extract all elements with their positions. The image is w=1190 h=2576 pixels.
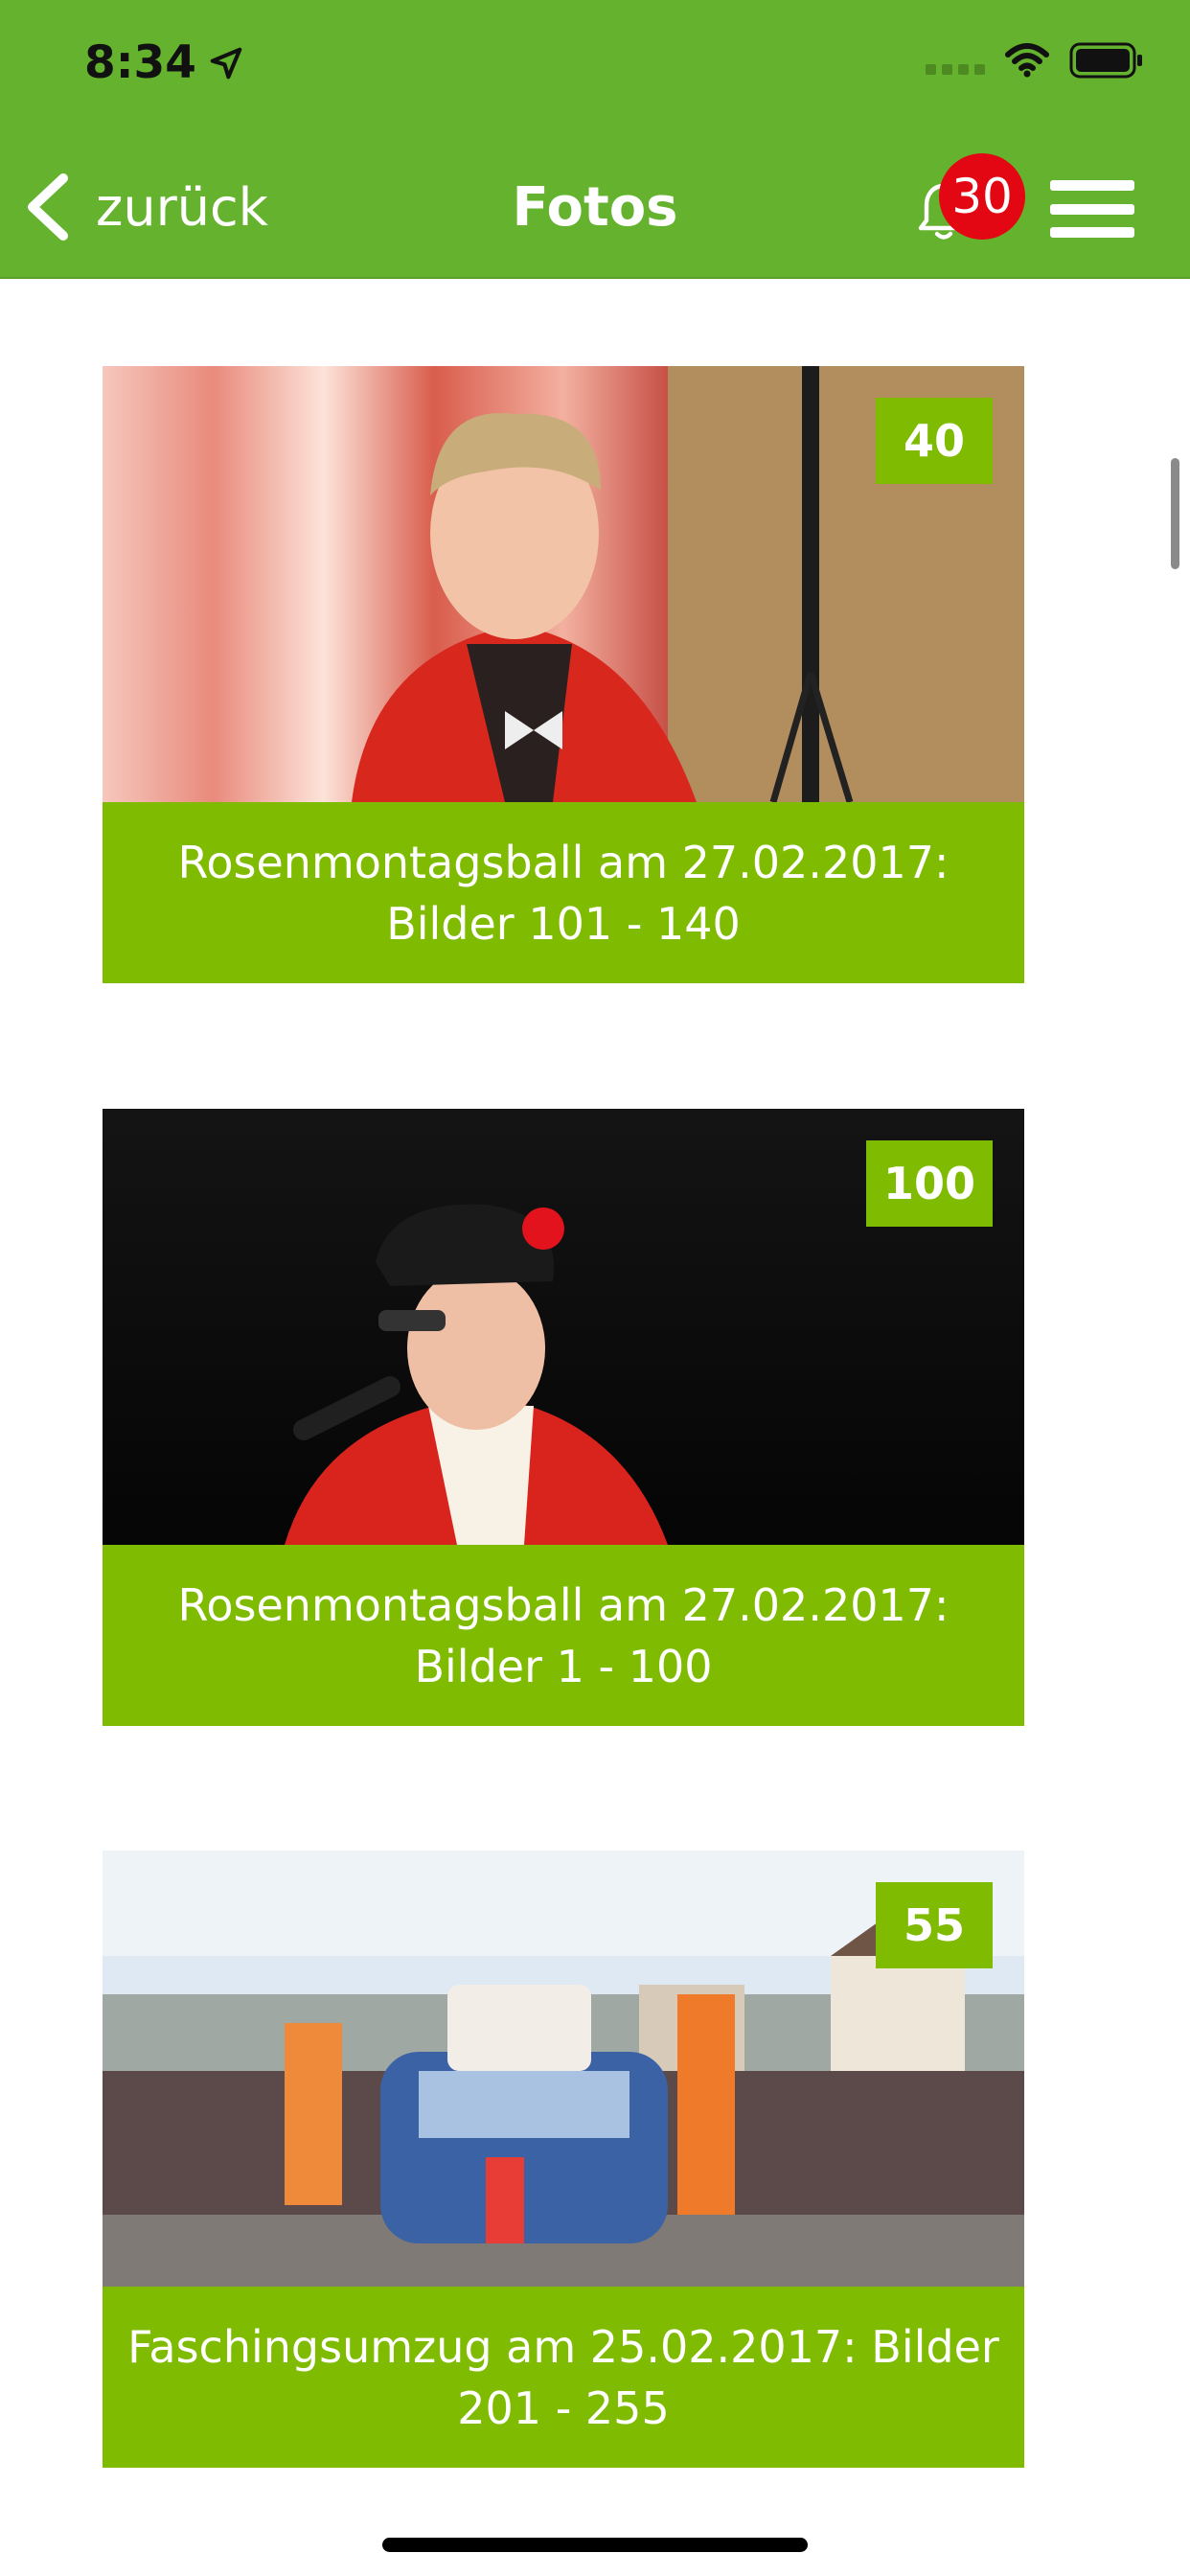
scrollbar[interactable] [1171,458,1179,569]
album-title: Rosenmontagsball am 27.02.2017: Bilder 1… [177,836,950,950]
notification-badge[interactable]: 30 [939,153,1025,240]
album-card[interactable]: 55 Faschingsumzug am 25.02.2017: Bilder … [103,1851,1024,2468]
photo-count-badge: 100 [865,1140,993,1227]
battery-icon [1069,42,1142,79]
cellular-signal-icon [926,46,985,75]
photo-count-badge: 40 [876,398,993,484]
status-time: 8:34 [84,36,244,89]
app-header: 8:34 zurück Fotos 30 [0,0,1190,279]
location-arrow-icon [210,47,242,79]
hamburger-menu-icon[interactable] [1050,180,1134,238]
album-title: Faschingsumzug am 25.02.2017: Bilder 201… [127,2320,999,2434]
wifi-icon [1005,43,1049,78]
album-title: Rosenmontagsball am 27.02.2017: Bilder 1… [177,1578,950,1692]
album-card[interactable]: 40 Rosenmontagsball am 27.02.2017: Bilde… [103,366,1024,983]
status-indicators [926,42,1144,79]
photo-count-badge: 55 [876,1882,993,1968]
album-card[interactable]: 100 Rosenmontagsball am 27.02.2017: Bild… [103,1109,1024,1726]
home-indicator[interactable] [382,2538,808,2552]
